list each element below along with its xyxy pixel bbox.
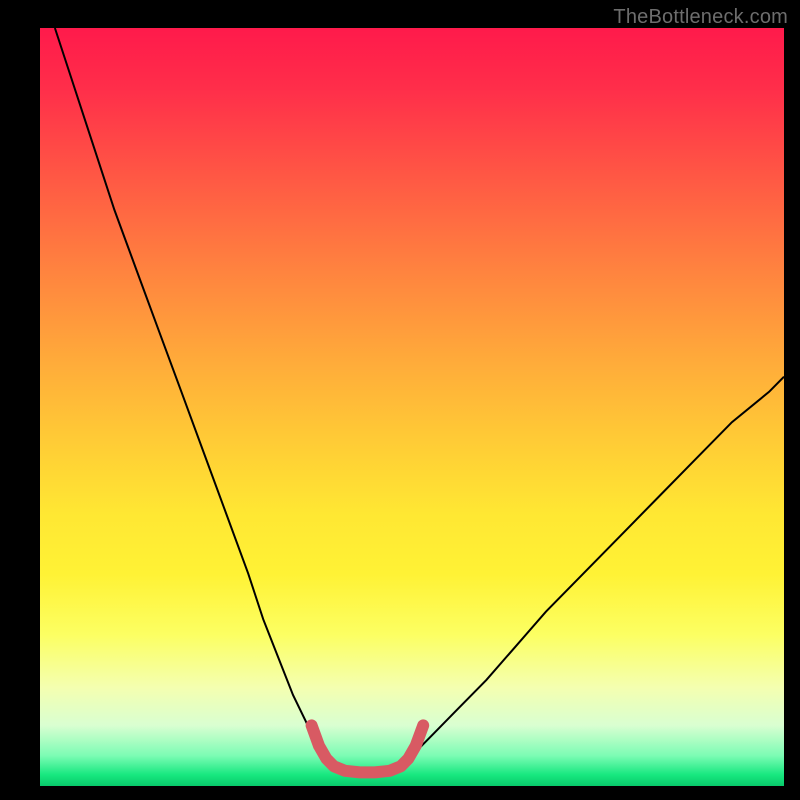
chart-frame: TheBottleneck.com xyxy=(0,0,800,800)
curve-layer xyxy=(40,28,784,786)
bottleneck-curve-right xyxy=(408,377,784,760)
plot-area xyxy=(40,28,784,786)
sweet-spot-marker xyxy=(312,725,424,772)
bottleneck-curve-left xyxy=(55,28,327,760)
watermark-text: TheBottleneck.com xyxy=(613,6,788,29)
